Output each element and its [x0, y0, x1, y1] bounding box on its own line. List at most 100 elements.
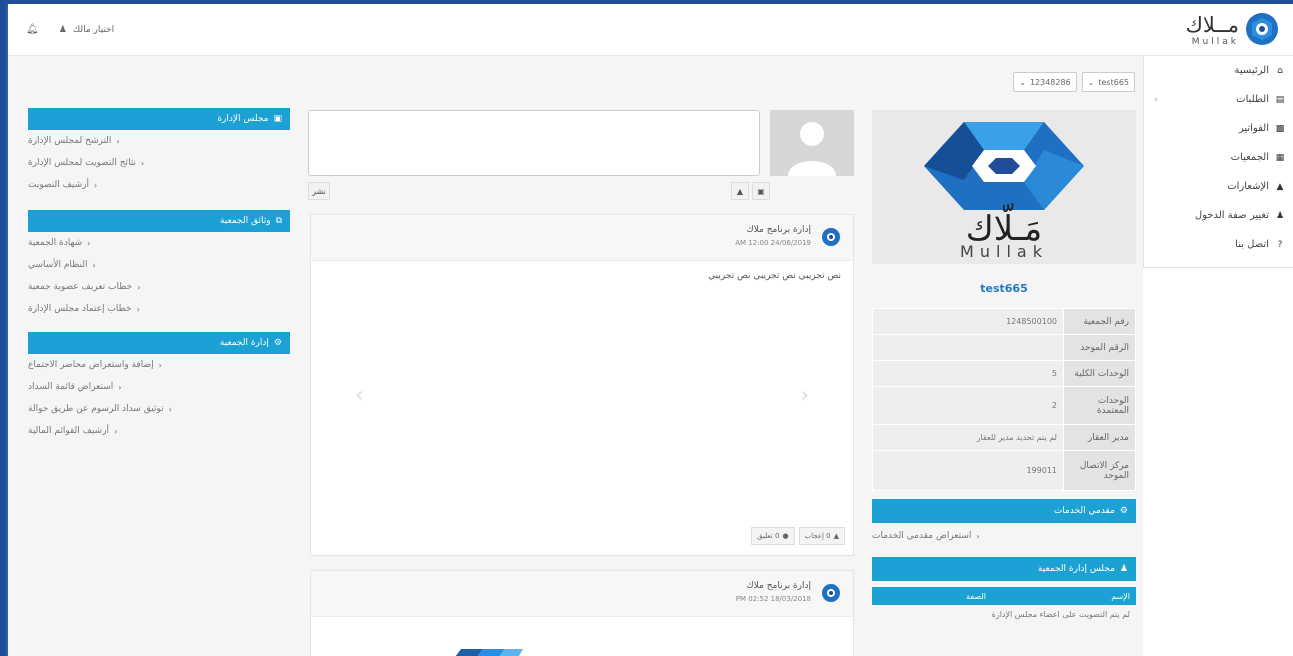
- panel-header: وثائق الجمعية ⧉: [28, 210, 290, 232]
- sidebar-item-invoices[interactable]: الفواتير ▩: [1144, 114, 1293, 143]
- logo-mark-icon: [1246, 13, 1278, 45]
- user-silhouette-icon: [770, 110, 854, 176]
- chevron-left-icon: ‹: [136, 304, 140, 314]
- link-board-results[interactable]: ‹ نتائج التصويت لمجلس الإدارة: [28, 152, 290, 174]
- publish-button[interactable]: نشر: [308, 182, 330, 200]
- post-date: AM 12:00 24/06/2019: [735, 239, 811, 247]
- copy-icon: ⧉: [275, 216, 282, 226]
- post-body: نص تجريبي نص تجريبي نص تجريبي: [708, 271, 841, 281]
- user-icon: ♟: [1275, 210, 1285, 221]
- link-membership-letter[interactable]: ‹ خطاب تعريف عضوية جمعية: [28, 276, 290, 298]
- post-composer: نشر ▲ ▣: [308, 110, 854, 210]
- chevron-left-icon: ‹: [141, 158, 145, 168]
- profile-logo-ar: مَـلّاك: [965, 209, 1043, 249]
- link-vote-archive[interactable]: ‹ أرشيف التصويت: [28, 174, 290, 196]
- link-association-certificate[interactable]: ‹ شهادة الجمعية: [28, 232, 290, 254]
- user-menu[interactable]: 🔔︎ ♟ اختيار مالك: [26, 24, 114, 35]
- carousel-prev-icon[interactable]: ‹: [355, 383, 364, 408]
- chevron-left-icon: ‹: [168, 404, 172, 414]
- post-author[interactable]: إدارة برنامج ملاك: [746, 581, 811, 591]
- link-meeting-minutes[interactable]: ‹ إضافة واستعراض محاضر الاجتماع: [28, 354, 290, 376]
- user-icon: ♟: [58, 24, 67, 35]
- chevron-left-icon: ‹: [118, 382, 122, 392]
- board-empty-note: لم يتم التصويت على اعضاء مجلس الإدارة: [991, 610, 1130, 619]
- sidebar-item-notifications[interactable]: الإشعارات ▲: [1144, 172, 1293, 201]
- table-row: 1248500100 رقم الجمعية: [872, 308, 1136, 335]
- post-card: إدارة برنامج ملاك PM 02:52 18/03/2018: [310, 570, 854, 656]
- association-logo: مَـلّاك Mullak: [872, 110, 1136, 264]
- profile-logo-en: Mullak: [960, 242, 1048, 261]
- panel-header: مجلس الإدارة ▣: [28, 108, 290, 130]
- link-board-nomination[interactable]: ‹ الترشح لمجلس الإدارة: [28, 130, 290, 152]
- sidebar-item-associations[interactable]: الجمعيات ▦: [1144, 143, 1293, 172]
- logo-mark-icon: [822, 228, 840, 246]
- chevron-left-icon: ‹: [116, 136, 120, 146]
- post-header: إدارة برنامج ملاك PM 02:52 18/03/2018: [311, 571, 853, 617]
- cogs-icon: ⚙: [273, 338, 282, 348]
- username[interactable]: اختيار مالك: [73, 25, 114, 35]
- post-header: إدارة برنامج ملاك AM 12:00 24/06/2019: [311, 215, 853, 261]
- link-view-service-providers[interactable]: ‹ استعراض مقدمي الخدمات: [872, 523, 1136, 549]
- sidebar-item-home[interactable]: الرئيسية ⌂: [1144, 56, 1293, 85]
- logo-mark-icon: [822, 584, 840, 602]
- logo-mark-icon: [924, 122, 1084, 210]
- link-transfer-payment[interactable]: ‹ توثيق سداد الرسوم عن طريق حوالة: [28, 398, 290, 420]
- chevron-left-icon: ‹: [1154, 94, 1158, 105]
- bell-icon: ▲: [1276, 181, 1284, 192]
- post-avatar: [821, 227, 841, 247]
- chevron-left-icon: ‹: [87, 238, 91, 248]
- table-row: الرقم الموحد: [872, 334, 1136, 361]
- sidebar: الرئيسية ⌂ ‹ الطلبات ▤ الفواتير ▩ الجمعيات ▦ …: [1143, 56, 1293, 268]
- board-header: مجلس إدارة الجمعية ♟: [872, 557, 1136, 581]
- home-icon: ⌂: [1277, 65, 1283, 76]
- table-row: 199011 مركز الاتصال الموحد: [872, 450, 1136, 491]
- like-button[interactable]: ▲ 0 إعجاب: [798, 527, 845, 545]
- building-icon: ▦: [1275, 152, 1285, 163]
- sidebar-item-contact[interactable]: اتصل بنا?: [1144, 230, 1293, 259]
- top-bar: 🔔︎ ♟ اختيار مالك مــلاك Mullak: [8, 4, 1293, 56]
- post-textarea[interactable]: [308, 110, 760, 176]
- bell-icon[interactable]: 🔔︎: [26, 24, 39, 35]
- id-card-icon: ▣: [273, 114, 282, 124]
- board-table-header: الإسم الصفة: [872, 587, 1136, 605]
- carousel-next-icon[interactable]: ›: [800, 383, 809, 408]
- post-actions: ● 0 تعليق ▲ 0 إعجاب: [751, 527, 845, 545]
- logo-text-ar: مــلاك: [1185, 13, 1239, 37]
- brand-logo[interactable]: مــلاك Mullak: [1173, 12, 1279, 50]
- selectors: ⌄ 12348286 ⌄ test665: [1013, 72, 1135, 92]
- table-row: 5 الوحدات الكلية: [872, 360, 1136, 387]
- association-select[interactable]: ⌄ test665: [1081, 72, 1135, 92]
- comment-button[interactable]: ● 0 تعليق: [751, 527, 795, 545]
- sidebar-item-requests[interactable]: ‹ الطلبات ▤: [1144, 85, 1293, 114]
- link-financial-archive[interactable]: ‹ أرشيف القوائم المالية: [28, 420, 290, 442]
- chevron-left-icon: ‹: [158, 360, 162, 370]
- post-author[interactable]: إدارة برنامج ملاك: [746, 225, 811, 235]
- link-payment-list[interactable]: ‹ استعراض قائمة السداد: [28, 376, 290, 398]
- link-board-approval-letter[interactable]: ‹ خطاب إعتماد مجلس الإدارة: [28, 298, 290, 320]
- post-card: إدارة برنامج ملاك AM 12:00 24/06/2019 نص…: [310, 214, 854, 556]
- document-icon: ▤: [1275, 94, 1285, 105]
- management-panel: إدارة الجمعية ⚙ ‹ إضافة واستعراض محاضر ال…: [28, 332, 290, 442]
- lock-icon[interactable]: ▲: [731, 182, 749, 200]
- sidebar-item-switch-role[interactable]: تغيير صفة الدخول ♟: [1144, 201, 1293, 230]
- panel-header: إدارة الجمعية ⚙: [28, 332, 290, 354]
- services-header: مقدمي الخدمات ⚙: [872, 499, 1136, 523]
- cogs-icon: ⚙: [1119, 506, 1128, 516]
- chevron-down-icon: ⌄: [1019, 77, 1026, 87]
- unit-select[interactable]: ⌄ 12348286: [1013, 72, 1077, 92]
- chevron-left-icon: ‹: [94, 180, 98, 190]
- link-bylaws[interactable]: ‹ النظام الأساسي: [28, 254, 290, 276]
- board-panel: مجلس الإدارة ▣ ‹ الترشح لمجلس الإدارة ‹ نت…: [28, 108, 290, 196]
- logo-text-en: Mullak: [1191, 37, 1239, 47]
- app-window: 🔔︎ ♟ اختيار مالك مــلاك Mullak ⌄ 1234828…: [6, 4, 1293, 656]
- chevron-down-icon: ⌄: [1087, 77, 1095, 87]
- documents-panel: وثائق الجمعية ⧉ ‹ شهادة الجمعية ‹ النظام ا…: [28, 210, 290, 320]
- chevron-left-icon: ‹: [92, 260, 96, 270]
- image-icon[interactable]: ▣: [752, 182, 770, 200]
- association-profile: مَـلّاك Mullak test665 1248500100 رقم الج…: [872, 110, 1136, 619]
- post-image: [455, 649, 523, 656]
- chevron-left-icon: ‹: [114, 426, 118, 436]
- table-row: 2 الوحدات المعتمدة: [872, 386, 1136, 425]
- help-icon: ?: [1277, 239, 1283, 250]
- post-avatar: [821, 583, 841, 603]
